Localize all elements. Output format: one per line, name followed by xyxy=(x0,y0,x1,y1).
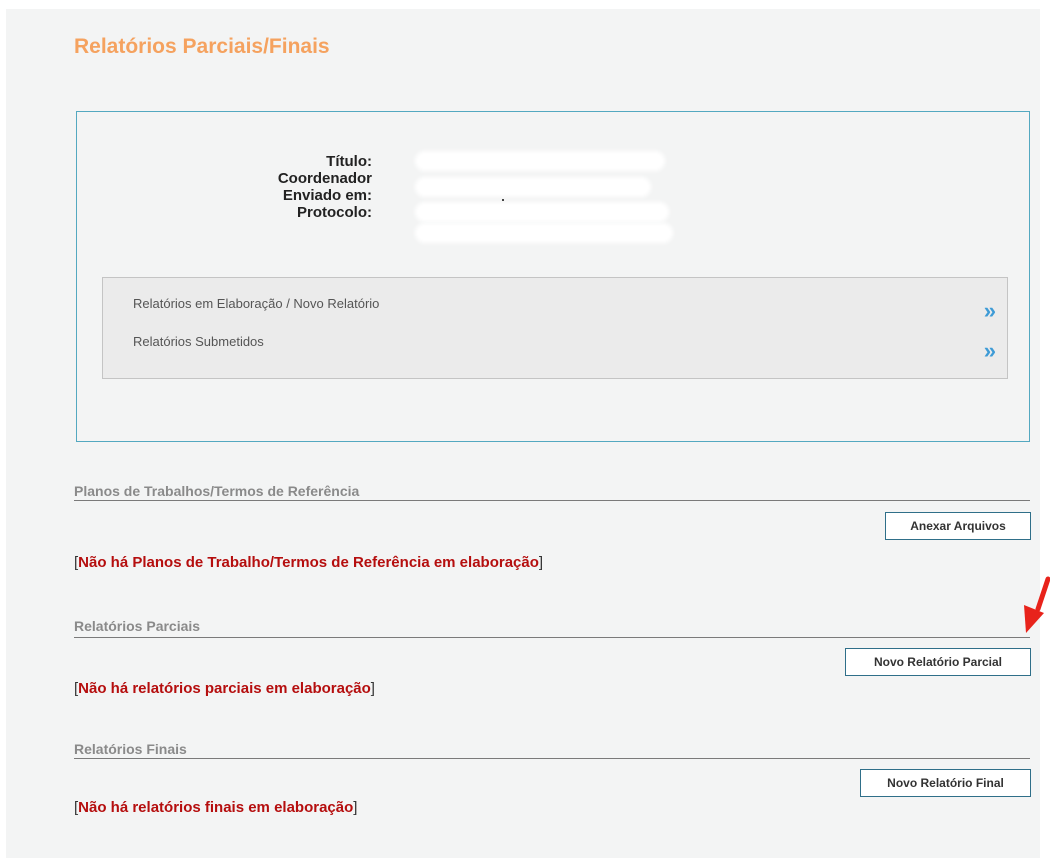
nav-item-relatorios-submetidos[interactable]: Relatórios Submetidos xyxy=(133,334,264,349)
titulo-label: Título: xyxy=(326,153,372,170)
annotation-arrow-icon xyxy=(1024,576,1050,633)
finais-empty-message: [Não há relatórios finais em elaboração] xyxy=(74,799,358,816)
enviado-label: Enviado em: xyxy=(282,187,372,204)
redacted-titulo-value xyxy=(418,154,662,168)
section-title-finais: Relatórios Finais xyxy=(74,741,187,757)
anexar-arquivos-button[interactable]: Anexar Arquivos xyxy=(885,512,1031,540)
section-divider xyxy=(74,637,1030,638)
nav-item-relatorios-elaboracao[interactable]: Relatórios em Elaboração / Novo Relatóri… xyxy=(133,296,379,311)
redacted-coordenador-value xyxy=(418,180,648,194)
section-divider xyxy=(74,500,1030,501)
section-divider xyxy=(74,758,1030,759)
novo-relatorio-final-button[interactable]: Novo Relatório Final xyxy=(860,769,1031,797)
redacted-enviado-value xyxy=(418,205,666,219)
page-title: Relatórios Parciais/Finais xyxy=(74,35,330,58)
double-chevron-right-icon[interactable]: » xyxy=(984,340,996,362)
redacted-protocolo-value xyxy=(418,226,670,240)
protocolo-label: Protocolo: xyxy=(297,204,372,221)
planos-empty-message: [Não há Planos de Trabalho/Termos de Ref… xyxy=(74,554,544,571)
section-title-parciais: Relatórios Parciais xyxy=(74,618,201,634)
section-title-planos: Planos de Trabalhos/Termos de Referência xyxy=(74,483,360,499)
coordenador-label: Coordenador xyxy=(277,170,372,187)
report-nav-menu: Relatórios em Elaboração / Novo Relatóri… xyxy=(102,277,1008,379)
parciais-empty-message: [Não há relatórios parciais em elaboraçã… xyxy=(74,680,375,697)
double-chevron-right-icon[interactable]: » xyxy=(984,300,996,322)
stray-dot xyxy=(502,199,504,201)
novo-relatorio-parcial-button[interactable]: Novo Relatório Parcial xyxy=(845,648,1031,676)
